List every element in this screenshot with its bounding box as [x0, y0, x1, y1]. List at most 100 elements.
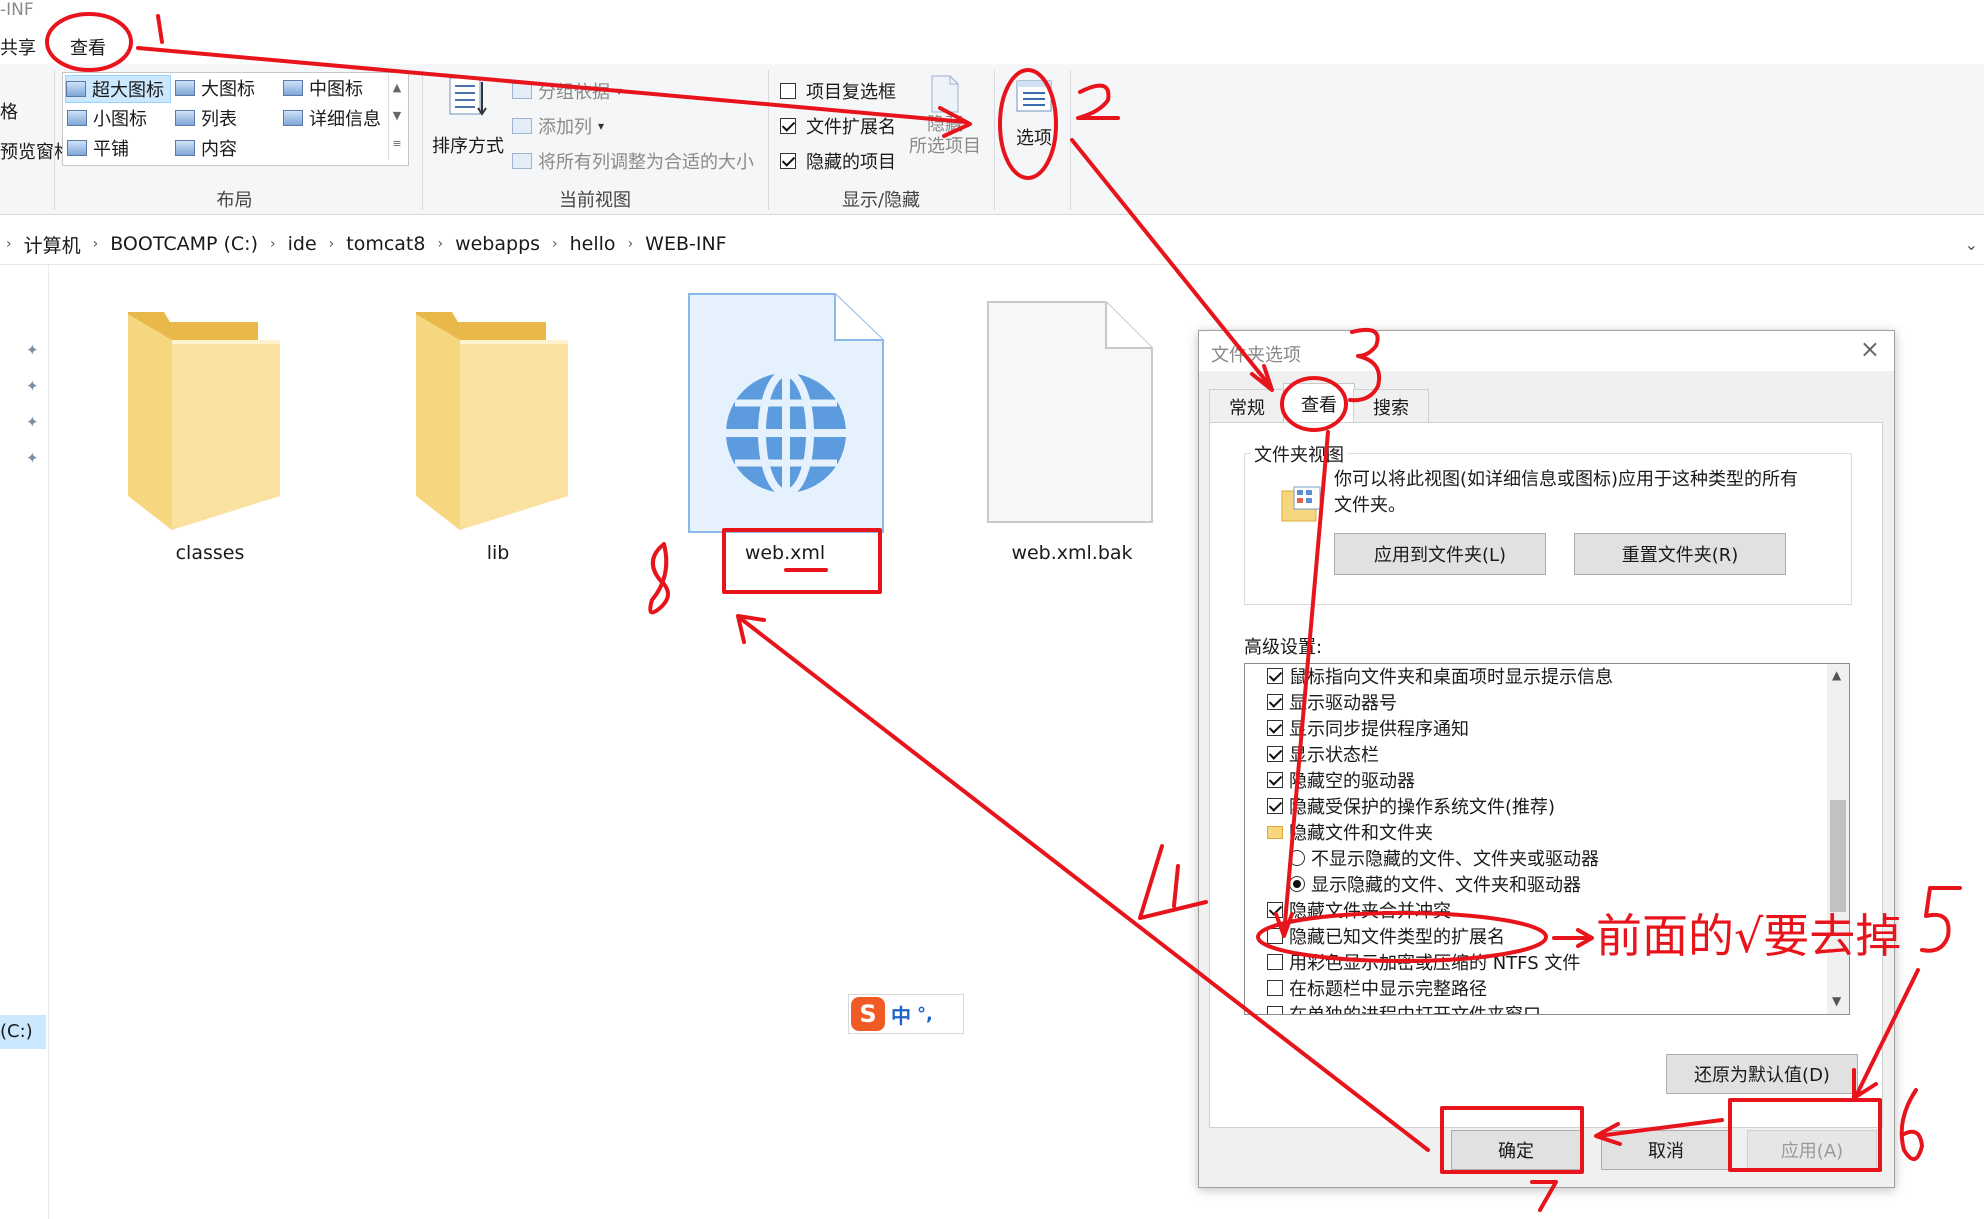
- pin-icon[interactable]: ✦: [26, 413, 39, 431]
- advanced-checkbox[interactable]: [1267, 694, 1283, 710]
- pin-icon[interactable]: ✦: [26, 341, 39, 359]
- advanced-item[interactable]: 在单独的进程中打开文件夹窗口: [1267, 1001, 1541, 1014]
- breadcrumb-item[interactable]: BOOTCAMP (C:): [110, 233, 258, 255]
- restore-defaults-button[interactable]: 还原为默认值(D): [1666, 1054, 1858, 1094]
- group-separator: [54, 70, 55, 210]
- nav-item-drive-c[interactable]: (C:): [0, 1015, 46, 1049]
- tab-view[interactable]: 查看: [1283, 383, 1355, 424]
- advanced-item[interactable]: 显示状态栏: [1267, 741, 1379, 767]
- ok-button[interactable]: 确定: [1451, 1130, 1581, 1170]
- advanced-checkbox[interactable]: [1267, 1006, 1283, 1014]
- breadcrumb-item[interactable]: tomcat8: [346, 233, 425, 255]
- breadcrumb-chevron-icon[interactable]: ›: [93, 236, 99, 252]
- layout-details[interactable]: 详细信息: [283, 105, 381, 131]
- close-icon[interactable]: ×: [1860, 335, 1880, 363]
- pin-icon[interactable]: ✦: [26, 377, 39, 395]
- group-separator: [422, 70, 423, 210]
- advanced-item[interactable]: 显示驱动器号: [1267, 689, 1397, 715]
- file-item-web-xml-bak[interactable]: web.xml.bak: [972, 300, 1172, 580]
- breadcrumb-item[interactable]: webapps: [455, 233, 540, 255]
- advanced-item[interactable]: 显示同步提供程序通知: [1267, 715, 1469, 741]
- advanced-radio[interactable]: [1289, 850, 1305, 866]
- advanced-checkbox[interactable]: [1267, 902, 1283, 918]
- advanced-item[interactable]: 鼠标指向文件夹和桌面项时显示提示信息: [1267, 664, 1613, 689]
- hide-extensions-checkbox[interactable]: [1267, 928, 1283, 944]
- advanced-item[interactable]: 隐藏受保护的操作系统文件(推荐): [1267, 793, 1555, 819]
- hidden-items-toggle[interactable]: 隐藏的项目: [780, 148, 896, 174]
- layout-group-label: 布局: [216, 190, 253, 211]
- content-icon: [175, 140, 195, 156]
- layout-medium-icons[interactable]: 中图标: [283, 75, 363, 101]
- layout-small-icons[interactable]: 小图标: [67, 105, 147, 131]
- hide-selected-items-button[interactable]: 隐藏 所选项目: [904, 72, 986, 172]
- breadcrumb[interactable]: › 计算机 › BOOTCAMP (C:) › ide › tomcat8 › …: [0, 224, 1984, 265]
- advanced-item[interactable]: 隐藏空的驱动器: [1267, 767, 1415, 793]
- tab-search[interactable]: 搜索: [1353, 389, 1429, 423]
- breadcrumb-item[interactable]: WEB-INF: [645, 233, 726, 255]
- hidden-items-checkbox[interactable]: [780, 153, 796, 169]
- advanced-radio[interactable]: [1289, 876, 1305, 892]
- layout-tiles[interactable]: 平铺: [67, 135, 129, 161]
- group-by-button[interactable]: 分组依据 ▾: [512, 78, 622, 104]
- layout-content[interactable]: 内容: [175, 135, 237, 161]
- file-extensions-checkbox[interactable]: [780, 118, 796, 134]
- layout-extra-large-icons[interactable]: 超大图标: [65, 75, 171, 103]
- file-extensions-toggle[interactable]: 文件扩展名: [780, 113, 896, 139]
- advanced-checkbox[interactable]: [1267, 980, 1283, 996]
- advanced-item[interactable]: 在标题栏中显示完整路径: [1267, 975, 1487, 1001]
- advanced-checkbox[interactable]: [1267, 746, 1283, 762]
- advanced-item[interactable]: 显示隐藏的文件、文件夹和驱动器: [1289, 871, 1581, 897]
- ime-mode-toggle[interactable]: 中: [891, 1000, 911, 1029]
- fit-columns-button[interactable]: 将所有列调整为合适的大小: [512, 148, 754, 174]
- pin-icon[interactable]: ✦: [26, 449, 39, 467]
- advanced-item[interactable]: 不显示隐藏的文件、文件夹或驱动器: [1289, 845, 1599, 871]
- advanced-item[interactable]: 用彩色显示加密或压缩的 NTFS 文件: [1267, 949, 1580, 975]
- advanced-item[interactable]: 隐藏文件夹合并冲突: [1267, 897, 1451, 923]
- tab-general[interactable]: 常规: [1209, 389, 1285, 423]
- options-button[interactable]: 选项: [1002, 72, 1066, 172]
- layout-gallery[interactable]: 超大图标 大图标 中图标 小图标 列表 详细信息 平铺 内容: [62, 72, 409, 166]
- apply-button[interactable]: 应用(A): [1747, 1130, 1877, 1170]
- breadcrumb-chevron-icon[interactable]: ›: [6, 236, 12, 252]
- breadcrumb-item[interactable]: hello: [570, 233, 616, 255]
- breadcrumb-item[interactable]: 计算机: [24, 231, 81, 258]
- add-column-button[interactable]: 添加列 ▾: [512, 113, 604, 139]
- scroll-down-icon[interactable]: ▼: [1832, 994, 1841, 1008]
- file-name: web.xml.bak: [1011, 542, 1133, 564]
- apply-to-folders-button[interactable]: 应用到文件夹(L): [1334, 533, 1546, 575]
- advanced-checkbox[interactable]: [1267, 798, 1283, 814]
- ime-toolbar[interactable]: S 中 °,: [848, 994, 964, 1034]
- item-checkboxes-toggle[interactable]: 项目复选框: [780, 78, 896, 104]
- tab-share[interactable]: 共享: [0, 34, 36, 60]
- hide-extensions-item[interactable]: 隐藏已知文件类型的扩展名: [1267, 923, 1505, 949]
- ime-punct-toggle[interactable]: °,: [917, 1004, 933, 1025]
- gallery-scroll[interactable]: ▲ ▼ ≡: [388, 74, 405, 160]
- item-checkboxes-checkbox[interactable]: [780, 83, 796, 99]
- blank-file-icon: [987, 301, 1153, 523]
- file-item-web-xml[interactable]: web.xml: [685, 290, 885, 580]
- reset-folders-button[interactable]: 重置文件夹(R): [1574, 533, 1786, 575]
- breadcrumb-chevron-icon[interactable]: ›: [628, 236, 634, 252]
- file-item-lib[interactable]: lib: [398, 300, 598, 580]
- advanced-checkbox[interactable]: [1267, 668, 1283, 684]
- breadcrumb-chevron-icon[interactable]: ›: [270, 236, 276, 252]
- cancel-button[interactable]: 取消: [1601, 1130, 1731, 1170]
- tab-view[interactable]: 查看: [70, 34, 106, 60]
- sogou-logo-icon[interactable]: S: [851, 997, 885, 1031]
- file-item-classes[interactable]: classes: [110, 300, 310, 580]
- pane-button-fragment[interactable]: 格: [0, 98, 18, 124]
- layout-large-icons[interactable]: 大图标: [175, 75, 255, 101]
- breadcrumb-chevron-icon[interactable]: ›: [552, 236, 558, 252]
- breadcrumb-chevron-icon[interactable]: ›: [329, 236, 335, 252]
- scroll-up-icon[interactable]: ▲: [1832, 668, 1841, 682]
- sort-by-button[interactable]: 排序方式: [432, 70, 504, 160]
- address-dropdown-icon[interactable]: ⌄: [1965, 235, 1978, 254]
- scroll-thumb[interactable]: [1830, 800, 1846, 912]
- layout-list[interactable]: 列表: [175, 105, 237, 131]
- advanced-checkbox[interactable]: [1267, 772, 1283, 788]
- annotation-number-6: [1899, 1088, 1924, 1161]
- breadcrumb-chevron-icon[interactable]: ›: [437, 236, 443, 252]
- breadcrumb-item[interactable]: ide: [288, 233, 317, 255]
- advanced-checkbox[interactable]: [1267, 954, 1283, 970]
- advanced-checkbox[interactable]: [1267, 720, 1283, 736]
